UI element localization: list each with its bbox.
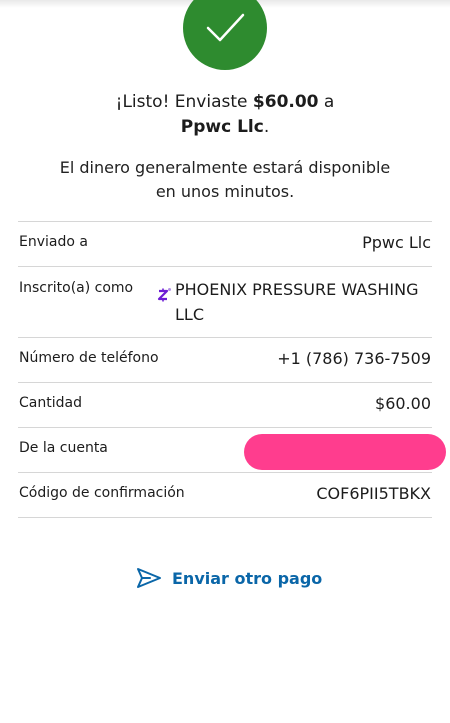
headline-end: . [263, 117, 270, 137]
transaction-details: Enviado a Ppwc Llc Inscrito(a) como PHOE… [18, 221, 446, 518]
zelle-icon [157, 288, 171, 302]
detail-row-phone: Número de teléfono +1 (786) 736-7509 [18, 338, 432, 383]
redacted-account-value [244, 434, 446, 470]
confirmation-code-value: COF6PII5TBKX [316, 484, 431, 503]
enrolled-as-line2: LLC [175, 305, 204, 324]
headline-mid: a [318, 92, 335, 112]
enrolled-as-label: Inscrito(a) como [19, 280, 134, 296]
amount-label: Cantidad [19, 395, 82, 411]
headline-amount: $60.00 [252, 92, 319, 112]
enrolled-as-value: PHOENIX PRESSURE WASHING LLC [175, 277, 432, 327]
detail-row-confirmation-code: Código de confirmación COF6PII5TBKX [18, 473, 432, 518]
detail-row-amount: Cantidad $60.00 [18, 383, 432, 428]
headline-prefix: ¡Listo! Enviaste [115, 92, 253, 112]
phone-value: +1 (786) 736-7509 [277, 349, 431, 368]
detail-row-account: De la cuenta [18, 428, 446, 473]
sent-to-label: Enviado a [19, 234, 88, 250]
sent-to-value: Ppwc Llc [362, 233, 431, 252]
availability-note: El dinero generalmente estará disponible… [20, 156, 430, 204]
paper-plane-icon [137, 568, 161, 588]
availability-line1: El dinero generalmente estará disponible [59, 158, 391, 177]
detail-row-sent-to: Enviado a Ppwc Llc [18, 222, 432, 267]
enrolled-as-line1: PHOENIX PRESSURE WASHING [175, 280, 419, 299]
confirmation-code-label: Código de confirmación [19, 485, 185, 501]
amount-value: $60.00 [375, 394, 431, 413]
send-another-label: Enviar otro pago [172, 568, 323, 588]
account-label: De la cuenta [19, 440, 108, 456]
availability-line2: en unos minutos. [155, 182, 295, 201]
headline-recipient: Ppwc Llc [180, 117, 264, 137]
send-another-payment-button[interactable]: Enviar otro pago [136, 566, 322, 590]
checkmark-icon [206, 13, 245, 42]
success-badge [183, 0, 267, 70]
confirmation-headline: ¡Listo! Enviaste $60.00 a Ppwc Llc. [20, 90, 430, 140]
phone-label: Número de teléfono [19, 350, 159, 366]
detail-row-enrolled-as: Inscrito(a) como PHOENIX PRESSURE WASHIN… [18, 267, 432, 338]
